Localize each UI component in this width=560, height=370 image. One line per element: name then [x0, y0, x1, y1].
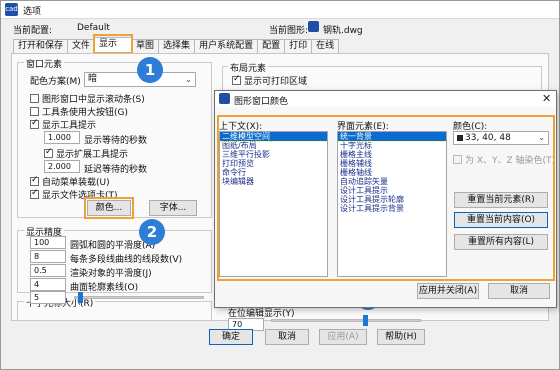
crosshair-slider-track[interactable] — [74, 296, 204, 299]
checkbox-checked-icon — [30, 188, 39, 199]
tab-selection[interactable]: 选择集 — [158, 39, 196, 53]
polyline-segments-input[interactable]: 8 — [30, 250, 66, 263]
tooltip-delay-input[interactable]: 1.000 — [44, 131, 80, 144]
tab-profiles[interactable]: 配置 — [257, 39, 286, 53]
checkbox-checked-icon — [30, 175, 39, 186]
font-button[interactable]: 字体... — [149, 200, 197, 216]
app-icon: cad — [5, 3, 18, 16]
apply-close-button[interactable]: 应用并关闭(A) — [417, 283, 479, 299]
checkbox-label: 图形窗口中显示滚动条(S) — [42, 95, 145, 105]
callout-badge-1: 1 — [137, 57, 163, 83]
checkbox-icon — [30, 94, 39, 103]
tab-online[interactable]: 在线 — [311, 39, 340, 53]
current-drawing-label: 当前图形: — [269, 26, 309, 36]
layout-elements-label: 布局元素 — [228, 61, 269, 74]
apply-button[interactable]: 应用(A) — [319, 329, 367, 345]
checkbox-label: 显示工具提示 — [42, 121, 97, 131]
autoload-menus-checkbox[interactable]: 自动菜单装载(U) — [30, 175, 110, 188]
checkbox-label: 工具条使用大按钮(G) — [42, 108, 128, 118]
color-scheme-value: 暗 — [88, 74, 98, 84]
current-profile-value: Default — [77, 23, 110, 33]
dialog-highlight — [217, 115, 555, 281]
contour-lines-input[interactable]: 4 — [30, 278, 66, 291]
checkbox-checked-icon — [44, 147, 53, 158]
display-tab-highlight — [93, 34, 133, 54]
render-smoothness-input[interactable]: 0.5 — [30, 264, 66, 277]
drawing-icon — [308, 21, 319, 32]
show-tooltips-checkbox[interactable]: 显示工具提示 — [30, 118, 96, 131]
render-smoothness-label: 渲染对象的平滑度(J) — [70, 269, 152, 279]
window-colors-dialog: 图形窗口颜色 ✕ 上下文(X): 二维模型空间 图纸/布局 三维平行投影 打印预… — [214, 90, 557, 308]
tab-drafting[interactable]: 草图 — [131, 39, 160, 53]
tab-user-preferences[interactable]: 用户系统配置 — [194, 39, 259, 53]
tooltip-delay-label: 显示等待的秒数 — [84, 136, 148, 146]
color-button-highlight — [84, 197, 134, 219]
cancel-button[interactable]: 取消 — [265, 329, 309, 345]
arc-smoothness-input[interactable]: 100 — [30, 236, 66, 249]
crosshair-input[interactable]: 5 — [30, 291, 66, 304]
checkbox-checked-icon — [30, 118, 39, 129]
checkbox-label: 显示可打印区域 — [244, 77, 308, 87]
tab-files[interactable]: 文件 — [67, 39, 96, 53]
title-bar: cad 选项 — [1, 1, 559, 19]
window-elements-label: 窗口元素 — [24, 57, 65, 70]
current-profile-label: 当前配置: — [13, 26, 53, 36]
options-window: cad 选项 当前配置: Default 当前图形: 钢轨.dwg 打开和保存 … — [0, 0, 560, 370]
printable-area-checkbox[interactable]: 显示可打印区域 — [232, 74, 307, 87]
ok-button[interactable]: 确定 — [209, 329, 253, 345]
tab-open-save[interactable]: 打开和保存 — [13, 39, 69, 53]
close-icon[interactable]: ✕ — [542, 92, 551, 105]
callout-badge-2: 2 — [139, 219, 165, 245]
dialog-title-bar: 图形窗口颜色 ✕ — [215, 91, 556, 107]
ext-tooltips-checkbox[interactable]: 显示扩展工具提示 — [44, 147, 128, 160]
polyline-segments-label: 每条多段线曲线的线段数(V) — [70, 255, 183, 265]
dialog-app-icon — [219, 93, 230, 104]
inplace-edit-slider-thumb[interactable] — [363, 315, 368, 326]
chevron-down-icon: ⌄ — [185, 75, 192, 84]
ext-delay-label: 延迟等待的秒数 — [84, 165, 148, 175]
help-button[interactable]: 帮助(H) — [377, 329, 425, 345]
dialog-cancel-button[interactable]: 取消 — [488, 283, 550, 299]
color-scheme-label: 配色方案(M) — [30, 77, 81, 87]
current-drawing-value: 钢轨.dwg — [323, 26, 363, 36]
checkbox-label: 显示扩展工具提示 — [56, 150, 129, 160]
crosshair-slider-thumb[interactable] — [78, 292, 83, 303]
window-title: 选项 — [23, 7, 42, 17]
inplace-edit-slider-track[interactable] — [271, 319, 421, 322]
checkbox-icon — [30, 107, 39, 116]
large-buttons-checkbox[interactable]: 工具条使用大按钮(G) — [30, 105, 128, 118]
checkbox-label: 自动菜单装载(U) — [42, 178, 110, 188]
scrollbars-checkbox[interactable]: 图形窗口中显示滚动条(S) — [30, 92, 145, 105]
dialog-title: 图形窗口颜色 — [234, 97, 289, 107]
ext-delay-input[interactable]: 2.000 — [44, 160, 80, 173]
tab-strip: 打开和保存 文件 显示 草图 选择集 用户系统配置 配置 打印 在线 — [13, 37, 340, 53]
tab-plot[interactable]: 打印 — [284, 39, 313, 53]
checkbox-checked-icon — [232, 74, 241, 85]
